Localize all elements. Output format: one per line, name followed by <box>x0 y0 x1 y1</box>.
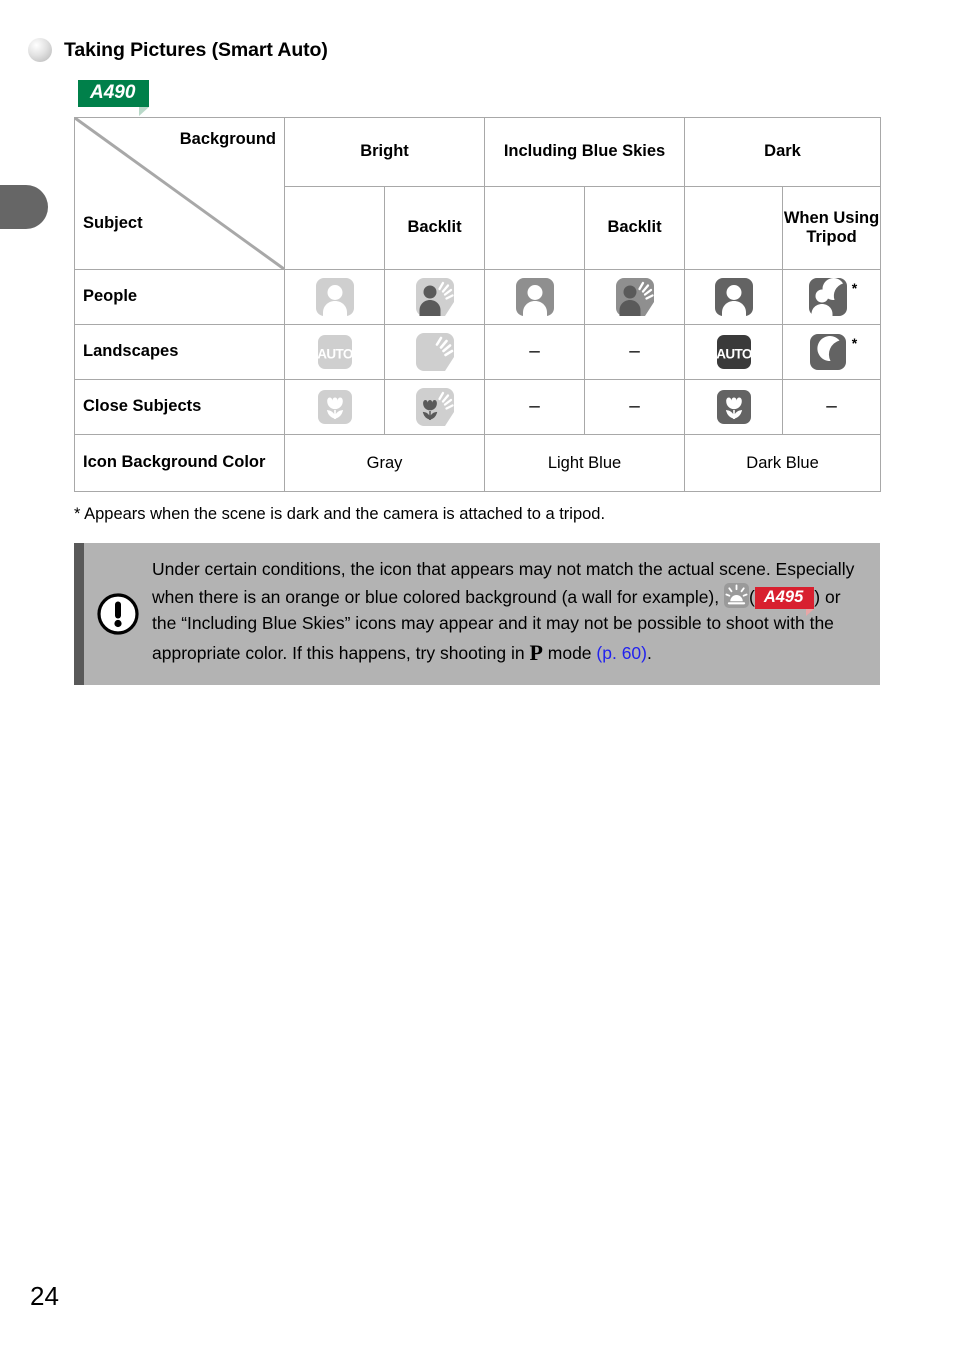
page-header: Taking Pictures (Smart Auto) <box>28 38 328 62</box>
note-icon-column <box>84 543 152 685</box>
cell-close-blue-skies: – <box>484 379 586 435</box>
bullet-sphere-icon <box>28 38 52 62</box>
note-text-part4: . <box>646 642 652 663</box>
svg-text:AUTO: AUTO <box>716 347 752 362</box>
p-mode-symbol: P <box>529 639 543 665</box>
auto-dark-icon: AUTO <box>716 335 752 369</box>
scene-icon-table: Background Subject Bright Including Blue… <box>74 117 882 492</box>
footnote-star-landscapes: * <box>851 335 858 351</box>
cell-people-bright <box>284 269 385 325</box>
person-dark-icon <box>714 278 753 316</box>
caution-note-box: Under certain conditions, the icon that … <box>74 543 880 686</box>
caution-exclamation-icon <box>97 593 139 635</box>
table-row-close-subjects: Close Subjects – – – <box>74 379 882 435</box>
header-bright-empty <box>284 186 385 270</box>
header-dark-empty <box>684 186 784 270</box>
cell-close-blue-skies-backlit: – <box>584 379 686 435</box>
header-blue-skies: Including Blue Skies <box>484 117 686 187</box>
person-light-icon <box>315 278 354 316</box>
color-gray: Gray <box>283 434 486 492</box>
color-light-blue: Light Blue <box>484 434 686 492</box>
person-night-icon <box>808 278 847 316</box>
dash-landscapes-blue-skies: – <box>529 341 540 362</box>
cell-close-dark-tripod: – <box>782 379 882 435</box>
cell-landscapes-dark: AUTO <box>684 324 784 380</box>
cell-landscapes-blue-skies-backlit: – <box>584 324 686 380</box>
cell-landscapes-bright: AUTO <box>284 324 385 380</box>
row-label-landscapes: Landscapes <box>74 324 285 380</box>
cell-people-blue-skies <box>484 269 586 325</box>
header-dark: Dark <box>684 117 882 187</box>
dash-close-dark-tripod: – <box>826 396 837 417</box>
person-backlit-medium-icon <box>615 278 654 316</box>
row-label-people: People <box>74 269 285 325</box>
page-tab-marker <box>0 185 48 229</box>
page-reference-link[interactable]: (p. 60) <box>596 643 647 663</box>
page-number: 24 <box>30 1281 59 1311</box>
row-label-icon-background-color: Icon Background Color <box>74 434 285 492</box>
dash-landscapes-blue-skies-backlit: – <box>629 341 640 362</box>
svg-text:AUTO: AUTO <box>317 347 353 362</box>
header-blue-skies-empty <box>484 186 586 270</box>
dash-close-blue-skies-backlit: – <box>629 396 640 417</box>
background-axis-label: Background <box>179 130 276 148</box>
cell-people-blue-skies-backlit <box>584 269 686 325</box>
cell-people-dark <box>684 269 784 325</box>
macro-dark-icon <box>716 390 751 424</box>
header-bright: Bright <box>283 117 486 187</box>
cell-people-dark-tripod: * <box>782 269 882 325</box>
table-footnote: * Appears when the scene is dark and the… <box>74 505 606 523</box>
backlit-light-icon <box>415 333 454 371</box>
model-badge-a495: A495 <box>754 586 815 616</box>
cell-landscapes-dark-tripod: * <box>782 324 882 380</box>
cell-landscapes-blue-skies: – <box>484 324 586 380</box>
note-text-part3: mode <box>542 642 597 663</box>
cell-people-bright-backlit <box>383 269 486 325</box>
header-blue-skies-backlit: Backlit <box>584 186 686 270</box>
page-title: Taking Pictures (Smart Auto) <box>64 38 328 61</box>
header-dark-tripod: When Using Tripod <box>782 186 882 270</box>
macro-backlit-light-icon <box>415 388 454 426</box>
auto-light-icon: AUTO <box>317 335 353 369</box>
table-corner-cell: Background Subject <box>74 117 285 270</box>
note-text: Under certain conditions, the icon that … <box>152 543 880 685</box>
macro-light-icon <box>317 390 352 424</box>
table-row-icon-background-color: Icon Background Color Gray Light Blue Da… <box>74 434 882 492</box>
moon-night-icon <box>809 334 846 370</box>
table-row-landscapes: Landscapes AUTO – – AUTO * <box>74 324 882 380</box>
person-medium-icon <box>515 278 554 316</box>
person-backlit-light-icon <box>415 278 454 316</box>
model-badge-a490: A490 <box>78 80 150 116</box>
footnote-star-people: * <box>851 280 858 296</box>
cell-landscapes-bright-backlit <box>383 324 486 380</box>
cell-close-bright-backlit <box>383 379 486 435</box>
note-accent-bar <box>74 543 84 686</box>
header-bright-backlit: Backlit <box>383 186 486 270</box>
row-label-close-subjects: Close Subjects <box>74 379 285 435</box>
cell-close-bright <box>284 379 385 435</box>
cell-close-dark <box>684 379 784 435</box>
table-row-people: People * <box>74 269 882 325</box>
subject-axis-label: Subject <box>83 214 143 232</box>
model-badge-label: A490 <box>78 80 150 116</box>
sunset-icon <box>724 582 749 608</box>
table-header-row-groups: Background Subject Bright Including Blue… <box>74 117 882 270</box>
dash-close-blue-skies: – <box>529 396 540 417</box>
color-dark-blue: Dark Blue <box>684 434 882 492</box>
